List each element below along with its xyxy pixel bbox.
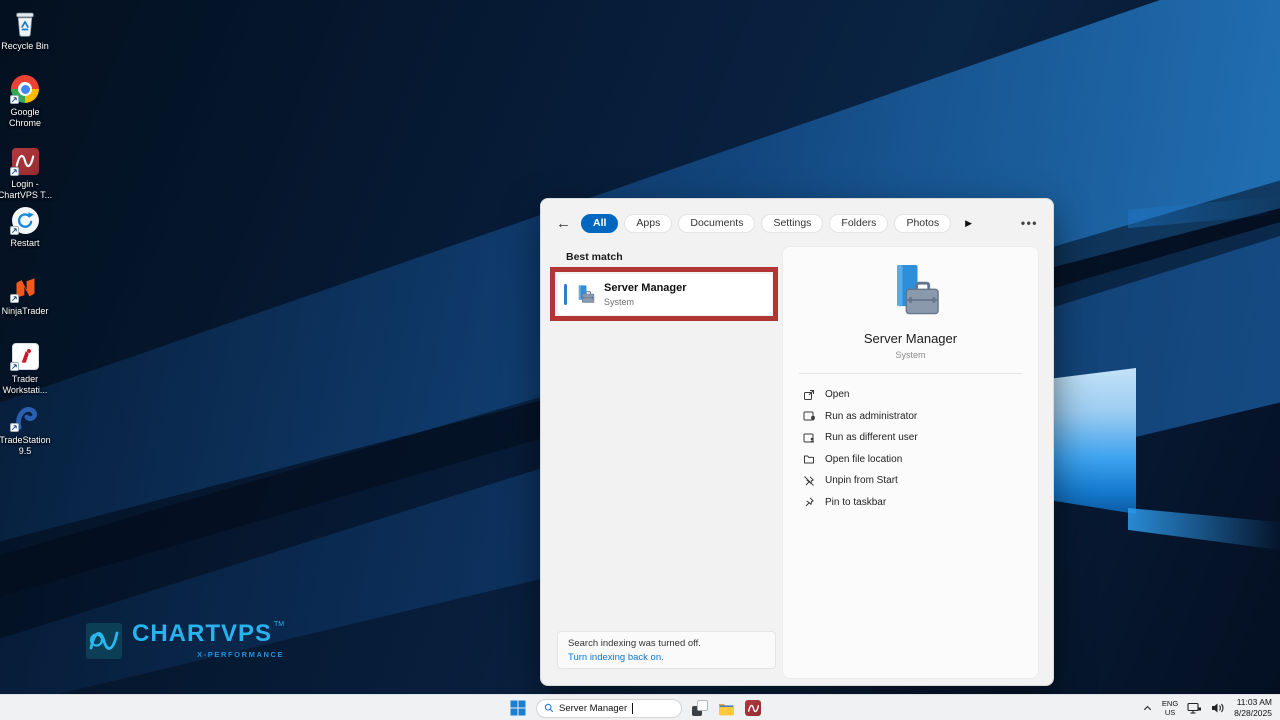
chartvps-watermark: CHARTVPS TM X-PERFORMANCE [85,620,285,660]
shortcut-arrow-icon [10,294,19,303]
tray-chevron-up-icon[interactable] [1142,703,1153,713]
action-unpin-from-start[interactable]: Unpin from Start [783,470,1038,492]
preview-subtitle: System [895,350,926,360]
more-options-icon[interactable]: ••• [1021,216,1038,230]
desktop-icon-recycle-bin[interactable]: Recycle Bin [0,8,55,52]
wallpaper-window-pane-bottom [1054,368,1136,514]
chartvps-taskbar-icon[interactable] [745,700,761,716]
shortcut-arrow-icon [10,362,19,371]
tabs-overflow-icon[interactable]: ▶ [965,218,972,229]
action-label: Unpin from Start [825,475,898,487]
back-icon[interactable]: ← [556,216,571,231]
taskbar-clock[interactable]: 11:03 AM 8/28/2025 [1234,697,1272,718]
run-as-administrator-icon [803,411,815,421]
start-button-icon[interactable] [510,700,526,716]
desktop-icon-label: Google Chrome [8,107,41,128]
watermark-brand: CHARTVPS [132,620,273,647]
chartvps-login-icon [10,146,40,176]
shortcut-arrow-icon [10,95,19,104]
tab-all[interactable]: All [581,213,619,233]
wallpaper-light-beam [1128,508,1280,550]
action-pin-to-taskbar[interactable]: Pin to taskbar [783,492,1038,514]
action-label: Run as administrator [825,410,918,422]
taskbar: Server Manager ENG US 11:03 AM 8/28/2025 [0,694,1280,720]
indexing-notice-text: Search indexing was turned off. [568,638,701,649]
tab-folders[interactable]: Folders [829,213,889,233]
tab-photos[interactable]: Photos [894,213,952,233]
network-icon[interactable] [1187,702,1202,715]
open-file-location-icon [804,455,814,464]
action-label: Run as different user [825,432,918,444]
desktop-icon-restart[interactable]: Restart [0,205,55,249]
result-title: Server Manager [604,282,687,295]
recycle-bin-icon [10,8,40,38]
search-filter-tabs: ← All Apps Documents Settings Folders Ph… [556,213,1038,233]
tradestation-icon [10,402,40,432]
unpin-from-start-icon [804,475,814,486]
desktop-icon-label: TradeStation 9.5 [0,435,51,456]
chrome-icon [10,74,40,104]
indexing-notice-link[interactable]: Turn indexing back on. [568,652,765,663]
shortcut-arrow-icon [10,167,19,176]
preview-actions: Open Run as administrator Run as differe… [783,384,1038,513]
search-flyout-panel: ← All Apps Documents Settings Folders Ph… [540,198,1054,686]
desktop-icon-label: Restart [10,238,40,248]
desktop-icon-login-chartvps[interactable]: Login - ChartVPS T... [0,146,55,201]
watermark-tagline: X-PERFORMANCE [197,650,285,659]
desktop-icon-label: Trader Workstati... [2,374,48,395]
server-manager-icon-large [896,265,939,315]
desktop-icon-tradestation[interactable]: TradeStation 9.5 [0,402,55,457]
clock-date: 8/28/2025 [1234,708,1272,718]
shortcut-arrow-icon [10,423,19,432]
preview-title: Server Manager [863,331,958,346]
shortcut-arrow-icon [10,226,19,235]
language-indicator[interactable]: ENG US [1162,699,1178,717]
pin-to-taskbar-icon [805,497,814,507]
tab-documents[interactable]: Documents [678,213,756,233]
search-icon [544,703,554,713]
desktop-icon-ninjatrader[interactable]: NinjaTrader [0,273,55,317]
chartvps-logo-icon [86,623,122,659]
tab-settings[interactable]: Settings [761,213,824,233]
run-as-different-user-icon [803,433,815,443]
desktop-icon-trader-workstation[interactable]: Trader Workstati... [0,341,55,396]
clock-time: 11:03 AM [1236,697,1272,708]
action-label: Open file location [825,453,903,465]
indexing-notice: Search indexing was turned off. Turn ind… [557,631,776,669]
desktop-icon-label: Recycle Bin [1,41,49,51]
taskbar-search-box[interactable]: Server Manager [536,698,682,718]
search-result-server-manager[interactable]: Server Manager System [558,274,772,315]
text-cursor [632,702,634,714]
file-explorer-icon[interactable] [718,701,735,716]
desktop-icon-label: Login - ChartVPS T... [0,179,53,200]
action-run-as-different-user[interactable]: Run as different user [783,427,1038,449]
wallpaper-window-pane-top [1054,206,1136,354]
ninjatrader-icon [10,273,40,303]
server-manager-icon [578,284,595,303]
screen: Recycle Bin Google Chrome Login - ChartV… [0,0,1280,720]
action-open-file-location[interactable]: Open file location [783,449,1038,471]
task-view-icon[interactable] [692,700,708,716]
result-selection-accent [564,284,567,305]
result-subtitle: System [604,296,635,307]
action-label: Open [825,389,850,401]
tab-apps[interactable]: Apps [624,213,673,233]
taskbar-search-value: Server Manager [559,702,628,714]
watermark-tm: TM [274,621,285,628]
best-match-heading: Best match [566,251,623,263]
volume-icon[interactable] [1211,702,1225,714]
action-run-as-administrator[interactable]: Run as administrator [783,406,1038,428]
desktop-icon-label: NinjaTrader [1,306,49,316]
open-icon [804,389,814,400]
action-label: Pin to taskbar [825,496,887,508]
desktop-icon-google-chrome[interactable]: Google Chrome [0,74,55,129]
trader-workstation-icon [10,341,40,371]
result-preview-pane: Server Manager System Open Run as admini… [782,246,1039,679]
action-open[interactable]: Open [783,384,1038,406]
restart-icon [10,205,40,235]
divider [799,373,1022,374]
